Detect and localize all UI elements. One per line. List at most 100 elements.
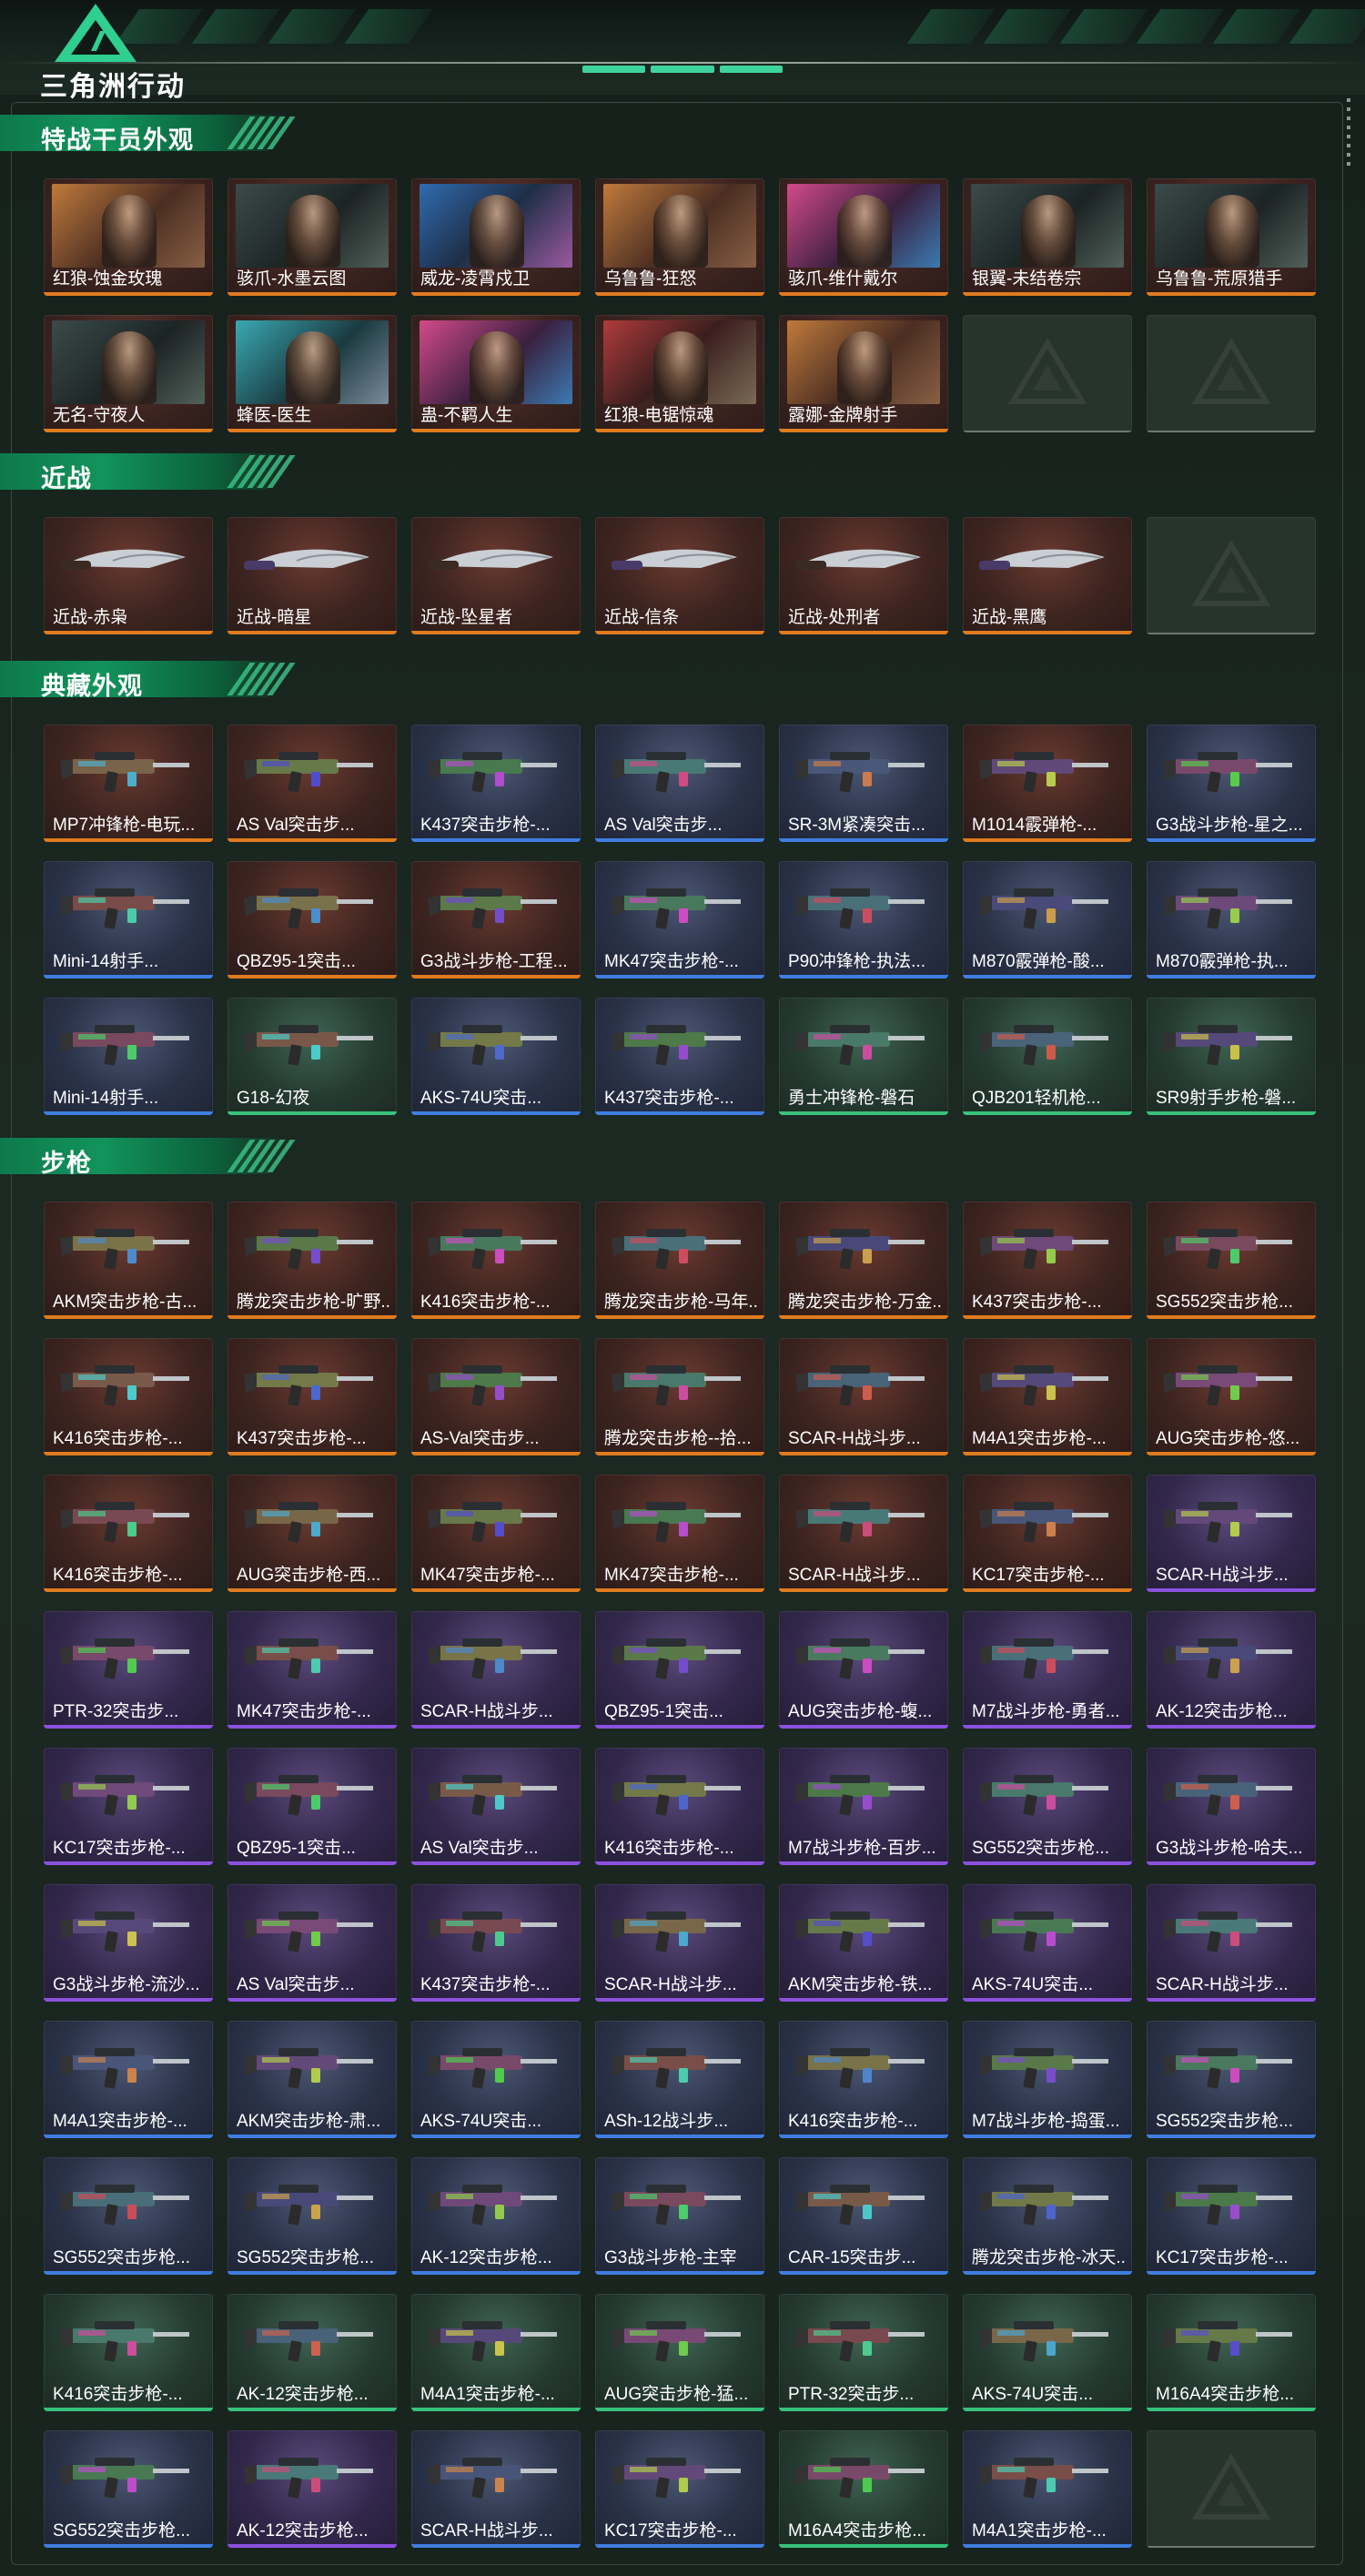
weapon-skin-card[interactable]: AS-Val突击步... xyxy=(411,1338,581,1455)
weapon-skin-card[interactable]: MP7冲锋枪-电玩... xyxy=(44,725,213,842)
weapon-skin-card[interactable]: M4A1突击步枪-... xyxy=(411,2294,581,2411)
weapon-skin-card[interactable]: Mini-14射手... xyxy=(44,998,213,1115)
weapon-skin-card[interactable]: 腾龙突击步枪-冰天... xyxy=(963,2157,1132,2275)
weapon-skin-card[interactable]: AS Val突击步... xyxy=(595,725,764,842)
weapon-skin-card[interactable]: AUG突击步枪-蝮... xyxy=(779,1611,948,1729)
weapon-skin-card[interactable]: 腾龙突击步枪-马年... xyxy=(595,1202,764,1319)
weapon-skin-card[interactable]: AK-12突击步枪... xyxy=(411,2157,581,2275)
weapon-skin-card[interactable]: QBZ95-1突击... xyxy=(595,1611,764,1729)
weapon-skin-card[interactable]: K416突击步枪-... xyxy=(44,2294,213,2411)
weapon-skin-card[interactable]: AUG突击步枪-猛... xyxy=(595,2294,764,2411)
weapon-skin-card[interactable]: M1014霰弹枪-... xyxy=(963,725,1132,842)
weapon-skin-card[interactable]: QBZ95-1突击... xyxy=(228,861,397,979)
weapon-skin-card[interactable]: K416突击步枪-... xyxy=(44,1475,213,1592)
weapon-skin-card[interactable]: G18-幻夜 xyxy=(228,998,397,1115)
weapon-skin-card[interactable]: SG552突击步枪... xyxy=(963,1748,1132,1865)
weapon-skin-card[interactable]: M16A4突击步枪... xyxy=(779,2430,948,2548)
melee-skin-card[interactable]: 近战-赤枭 xyxy=(44,517,213,634)
weapon-skin-card[interactable]: M4A1突击步枪-... xyxy=(963,2430,1132,2548)
weapon-skin-card[interactable]: AS Val突击步... xyxy=(411,1748,581,1865)
weapon-skin-card[interactable]: K437突击步枪-... xyxy=(595,998,764,1115)
weapon-skin-card[interactable]: SG552突击步枪... xyxy=(44,2430,213,2548)
weapon-skin-card[interactable]: K416突击步枪-... xyxy=(779,2021,948,2138)
weapon-skin-card[interactable]: SCAR-H战斗步... xyxy=(411,1611,581,1729)
weapon-skin-card[interactable]: MK47突击步枪-... xyxy=(595,1475,764,1592)
operator-skin-card[interactable]: 骇爪-维什戴尔 xyxy=(779,178,948,296)
weapon-skin-card[interactable]: AKS-74U突击... xyxy=(411,998,581,1115)
operator-skin-card[interactable]: 威龙-凌霄戍卫 xyxy=(411,178,581,296)
operator-skin-card[interactable]: 红狼-电锯惊魂 xyxy=(595,315,764,432)
weapon-skin-card[interactable]: SR-3M紧凑突击... xyxy=(779,725,948,842)
melee-skin-card[interactable]: 近战-暗星 xyxy=(228,517,397,634)
weapon-skin-card[interactable]: AK-12突击步枪... xyxy=(228,2430,397,2548)
weapon-skin-card[interactable]: K437突击步枪-... xyxy=(963,1202,1132,1319)
weapon-skin-card[interactable]: K437突击步枪-... xyxy=(411,725,581,842)
weapon-skin-card[interactable]: AKM突击步枪-古... xyxy=(44,1202,213,1319)
weapon-skin-card[interactable]: SCAR-H战斗步... xyxy=(1147,1884,1316,2002)
weapon-skin-card[interactable]: SCAR-H战斗步... xyxy=(1147,1475,1316,1592)
weapon-skin-card[interactable]: ASh-12战斗步... xyxy=(595,2021,764,2138)
operator-skin-card[interactable]: 蜂医-医生 xyxy=(228,315,397,432)
weapon-skin-card[interactable]: M16A4突击步枪... xyxy=(1147,2294,1316,2411)
weapon-skin-card[interactable]: M7战斗步枪-捣蛋... xyxy=(963,2021,1132,2138)
weapon-skin-card[interactable]: AUG突击步枪-西... xyxy=(228,1475,397,1592)
melee-skin-card[interactable]: 近战-坠星者 xyxy=(411,517,581,634)
operator-skin-card[interactable]: 乌鲁鲁-荒原猎手 xyxy=(1147,178,1316,296)
weapon-skin-card[interactable]: M4A1突击步枪-... xyxy=(44,2021,213,2138)
weapon-skin-card[interactable]: M870霰弹枪-酸... xyxy=(963,861,1132,979)
weapon-skin-card[interactable]: AUG突击步枪-悠... xyxy=(1147,1338,1316,1455)
operator-skin-card[interactable]: 乌鲁鲁-狂怒 xyxy=(595,178,764,296)
weapon-skin-card[interactable]: 腾龙突击步枪-万金... xyxy=(779,1202,948,1319)
melee-skin-card[interactable]: 近战-信条 xyxy=(595,517,764,634)
weapon-skin-card[interactable]: K416突击步枪-... xyxy=(411,1202,581,1319)
weapon-skin-card[interactable]: KC17突击步枪-... xyxy=(963,1475,1132,1592)
weapon-skin-card[interactable]: KC17突击步枪-... xyxy=(595,2430,764,2548)
weapon-skin-card[interactable]: QBZ95-1突击... xyxy=(228,1748,397,1865)
weapon-skin-card[interactable]: SG552突击步枪... xyxy=(1147,1202,1316,1319)
weapon-skin-card[interactable]: SCAR-H战斗步... xyxy=(779,1338,948,1455)
weapon-skin-card[interactable]: M4A1突击步枪-... xyxy=(963,1338,1132,1455)
weapon-skin-card[interactable]: SG552突击步枪... xyxy=(1147,2021,1316,2138)
weapon-skin-card[interactable]: AKM突击步枪-肃... xyxy=(228,2021,397,2138)
weapon-skin-card[interactable]: AK-12突击步枪... xyxy=(1147,1611,1316,1729)
melee-skin-card[interactable]: 近战-处刑者 xyxy=(779,517,948,634)
operator-skin-card[interactable]: 银翼-未结卷宗 xyxy=(963,178,1132,296)
weapon-skin-card[interactable]: G3战斗步枪-流沙... xyxy=(44,1884,213,2002)
operator-skin-card[interactable]: 红狼-蚀金玫瑰 xyxy=(44,178,213,296)
weapon-skin-card[interactable]: P90冲锋枪-执法... xyxy=(779,861,948,979)
operator-skin-card[interactable]: 露娜-金牌射手 xyxy=(779,315,948,432)
weapon-skin-card[interactable]: 勇士冲锋枪-磐石 xyxy=(779,998,948,1115)
weapon-skin-card[interactable]: KC17突击步枪-... xyxy=(44,1748,213,1865)
operator-skin-card[interactable]: 骇爪-水墨云图 xyxy=(228,178,397,296)
weapon-skin-card[interactable]: SR9射手步枪-磐... xyxy=(1147,998,1316,1115)
weapon-skin-card[interactable]: SCAR-H战斗步... xyxy=(779,1475,948,1592)
weapon-skin-card[interactable]: AS Val突击步... xyxy=(228,1884,397,2002)
weapon-skin-card[interactable]: CAR-15突击步... xyxy=(779,2157,948,2275)
weapon-skin-card[interactable]: AKS-74U突击... xyxy=(411,2021,581,2138)
weapon-skin-card[interactable]: SG552突击步枪... xyxy=(228,2157,397,2275)
weapon-skin-card[interactable]: MK47突击步枪-... xyxy=(228,1611,397,1729)
weapon-skin-card[interactable]: MK47突击步枪-... xyxy=(595,861,764,979)
weapon-skin-card[interactable]: AKM突击步枪-铁... xyxy=(779,1884,948,2002)
weapon-skin-card[interactable]: AKS-74U突击... xyxy=(963,1884,1132,2002)
weapon-skin-card[interactable]: M7战斗步枪-勇者... xyxy=(963,1611,1132,1729)
weapon-skin-card[interactable]: M7战斗步枪-百步... xyxy=(779,1748,948,1865)
weapon-skin-card[interactable]: SCAR-H战斗步... xyxy=(411,2430,581,2548)
weapon-skin-card[interactable]: KC17突击步枪-... xyxy=(1147,2157,1316,2275)
weapon-skin-card[interactable]: K416突击步枪-... xyxy=(44,1338,213,1455)
weapon-skin-card[interactable]: G3战斗步枪-工程... xyxy=(411,861,581,979)
melee-skin-card[interactable]: 近战-黑鹰 xyxy=(963,517,1132,634)
weapon-skin-card[interactable]: AK-12突击步枪... xyxy=(228,2294,397,2411)
weapon-skin-card[interactable]: K437突击步枪-... xyxy=(411,1884,581,2002)
operator-skin-card[interactable]: 无名-守夜人 xyxy=(44,315,213,432)
scrollbar[interactable] xyxy=(1347,98,1350,171)
weapon-skin-card[interactable]: AKS-74U突击... xyxy=(963,2294,1132,2411)
weapon-skin-card[interactable]: 腾龙突击步枪--拾... xyxy=(595,1338,764,1455)
weapon-skin-card[interactable]: 腾龙突击步枪-旷野... xyxy=(228,1202,397,1319)
weapon-skin-card[interactable]: K416突击步枪-... xyxy=(595,1748,764,1865)
weapon-skin-card[interactable]: MK47突击步枪-... xyxy=(411,1475,581,1592)
weapon-skin-card[interactable]: SG552突击步枪... xyxy=(44,2157,213,2275)
weapon-skin-card[interactable]: G3战斗步枪-主宰 xyxy=(595,2157,764,2275)
weapon-skin-card[interactable]: PTR-32突击步... xyxy=(779,2294,948,2411)
weapon-skin-card[interactable]: SCAR-H战斗步... xyxy=(595,1884,764,2002)
